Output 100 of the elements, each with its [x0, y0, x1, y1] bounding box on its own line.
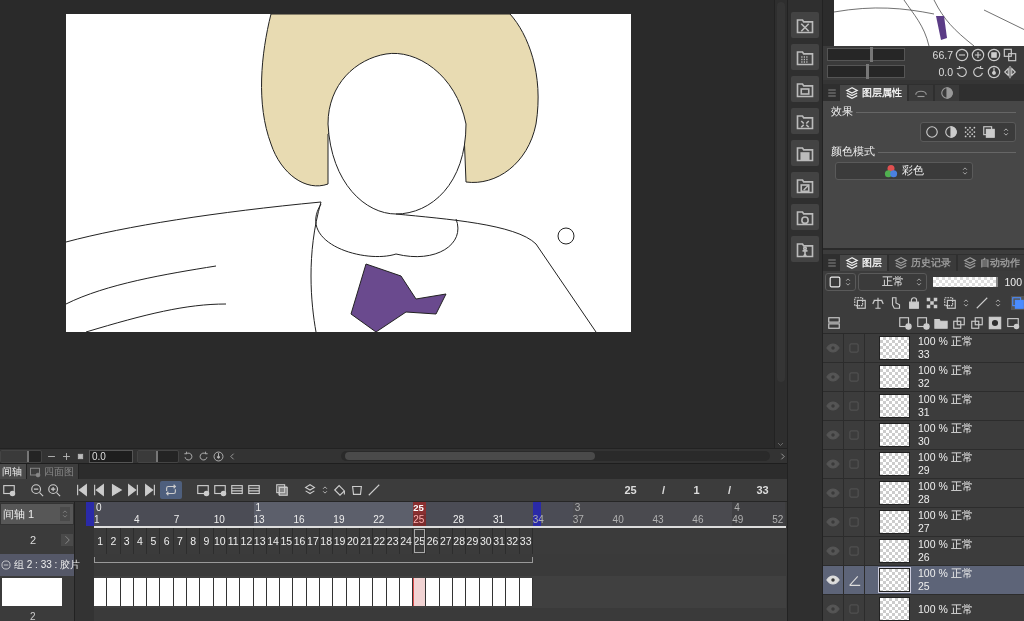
panel-tab[interactable] [935, 85, 959, 101]
rotation-slider-thumb[interactable] [866, 64, 869, 79]
fit-window-icon[interactable] [1003, 47, 1017, 62]
zoom-out-icon[interactable] [955, 47, 969, 62]
rotate-right-icon[interactable] [198, 450, 209, 462]
frame-thumbnail[interactable] [506, 578, 520, 606]
frame-number[interactable]: 17 [306, 528, 321, 554]
frame-number[interactable]: 13 [253, 528, 267, 554]
reset-rotation-icon[interactable] [213, 450, 224, 462]
panel-tab[interactable]: 自动动作 [958, 255, 1024, 271]
fill-icon[interactable] [333, 483, 347, 497]
lock-icon[interactable] [907, 296, 921, 310]
expression-color-dropdown[interactable] [825, 273, 856, 291]
frame-number[interactable]: 32 [506, 528, 520, 554]
delete-cel-icon[interactable] [213, 483, 227, 497]
rotate-right-icon[interactable] [971, 64, 985, 79]
frame-number[interactable]: 10 [213, 528, 227, 554]
frame-number[interactable]: 30 [479, 528, 493, 554]
frame-number[interactable]: 19 [333, 528, 347, 554]
zoom-in-icon[interactable] [971, 47, 985, 62]
range-start-marker[interactable] [86, 502, 94, 526]
zoom-out-icon[interactable] [30, 483, 44, 497]
frame-number[interactable]: 33 [519, 528, 533, 554]
flip-horizontal-icon[interactable] [1003, 64, 1017, 79]
line-icon[interactable] [367, 483, 381, 497]
timeline-selector[interactable]: 间轴 1 [0, 503, 74, 525]
border-effect-icon[interactable] [925, 125, 939, 139]
layer-row[interactable]: 100 % 正常 26 [823, 537, 1024, 566]
horizontal-scrollbar[interactable] [345, 452, 595, 460]
frame-thumbnail[interactable] [320, 578, 334, 606]
pencil-icon[interactable] [847, 573, 861, 587]
frame-number[interactable]: 9 [200, 528, 214, 554]
ruler-icon[interactable] [975, 296, 989, 310]
rotation-field[interactable]: 0.0 [89, 449, 133, 463]
tone-effect-icon[interactable] [944, 125, 958, 139]
layer-row[interactable]: 100 % 正常 28 [823, 479, 1024, 508]
panel-tab[interactable]: 图层 [840, 255, 887, 271]
frame-thumbnail[interactable] [413, 578, 427, 606]
zoom-slider-thumb[interactable] [869, 47, 873, 62]
transfer-down-icon[interactable] [952, 316, 966, 330]
actual-size-icon[interactable] [987, 47, 1001, 62]
zoom-in-icon[interactable] [61, 450, 72, 462]
frame-number[interactable]: 6 [160, 528, 174, 554]
layer-row[interactable]: 100 % 正常 30 [823, 421, 1024, 450]
frame-number[interactable]: 12 [240, 528, 254, 554]
mask-icon[interactable] [943, 296, 957, 310]
frame-number[interactable]: 27 [439, 528, 453, 554]
rotate-left-icon[interactable] [183, 450, 194, 462]
layer-row[interactable]: 100 % 正常 29 [823, 450, 1024, 479]
previous-frame-icon[interactable] [92, 483, 106, 497]
loop-button[interactable] [160, 481, 182, 499]
frame-number[interactable]: 8 [187, 528, 201, 554]
color-mode-dropdown[interactable]: 彩色 [835, 162, 973, 180]
zoom-in-icon[interactable] [47, 483, 61, 497]
cel-icon[interactable] [350, 483, 364, 497]
frame-number[interactable]: 22 [373, 528, 387, 554]
frame-number[interactable]: 28 [453, 528, 467, 554]
frame-thumbnail[interactable] [453, 578, 467, 606]
updown-icon[interactable] [993, 296, 1003, 310]
frame-number[interactable]: 5 [147, 528, 161, 554]
frame-number[interactable]: 18 [320, 528, 334, 554]
track-label[interactable]: 组 2 : 33 : 胶片 [14, 558, 81, 572]
play-icon[interactable] [109, 483, 123, 497]
new-cel-icon[interactable] [196, 483, 210, 497]
frame-thumbnail[interactable] [200, 578, 214, 606]
frame-number[interactable]: 23 [386, 528, 400, 554]
updown-icon[interactable] [320, 483, 330, 497]
blend-mode-dropdown[interactable]: 正常 [858, 273, 928, 291]
frame-number[interactable]: 4 [133, 528, 148, 554]
frame-number[interactable]: 1 [94, 528, 108, 554]
frame-number[interactable]: 26 [426, 528, 440, 554]
draft-icon[interactable] [889, 296, 903, 310]
playhead[interactable]: 25 [413, 502, 427, 514]
frame-number[interactable]: 31 [492, 528, 507, 554]
frame-number[interactable]: 2 [107, 528, 121, 554]
frame-thumbnail[interactable] [373, 578, 387, 606]
halftone-icon[interactable] [963, 125, 977, 139]
frame-number[interactable]: 21 [359, 528, 374, 554]
film-frame-icon[interactable] [247, 483, 261, 497]
layer-row[interactable]: 100 % 正常 33 [823, 334, 1024, 363]
timeline-tab[interactable]: 间轴 [0, 464, 27, 479]
frame-thumbnail[interactable] [187, 578, 201, 606]
frame-number[interactable]: 3 [120, 528, 134, 554]
frame-thumbnail[interactable] [466, 578, 480, 606]
layer-color-icon[interactable] [982, 125, 996, 139]
frame-number[interactable]: 7 [173, 528, 188, 554]
frame-thumbnail[interactable] [94, 578, 108, 606]
filmstrip-icon[interactable] [230, 483, 244, 497]
scroll-down-icon[interactable] [775, 440, 786, 448]
navigator-preview-drawing[interactable] [834, 0, 1024, 46]
layer-row[interactable]: 100 % 正常 31 [823, 392, 1024, 421]
layer-row[interactable]: 100 % 正常 25 [823, 566, 1024, 595]
frame-number[interactable]: 11 [226, 528, 241, 554]
zoom-slider-fill[interactable] [1, 450, 29, 462]
fit-icon[interactable] [76, 451, 85, 461]
frame-thumbnail[interactable] [293, 578, 307, 606]
layer-row[interactable]: 100 % 正常 32 [823, 363, 1024, 392]
lock-transparency-icon[interactable] [925, 296, 939, 310]
updown-icon[interactable] [961, 296, 971, 310]
frame-number[interactable]: 16 [293, 528, 307, 554]
